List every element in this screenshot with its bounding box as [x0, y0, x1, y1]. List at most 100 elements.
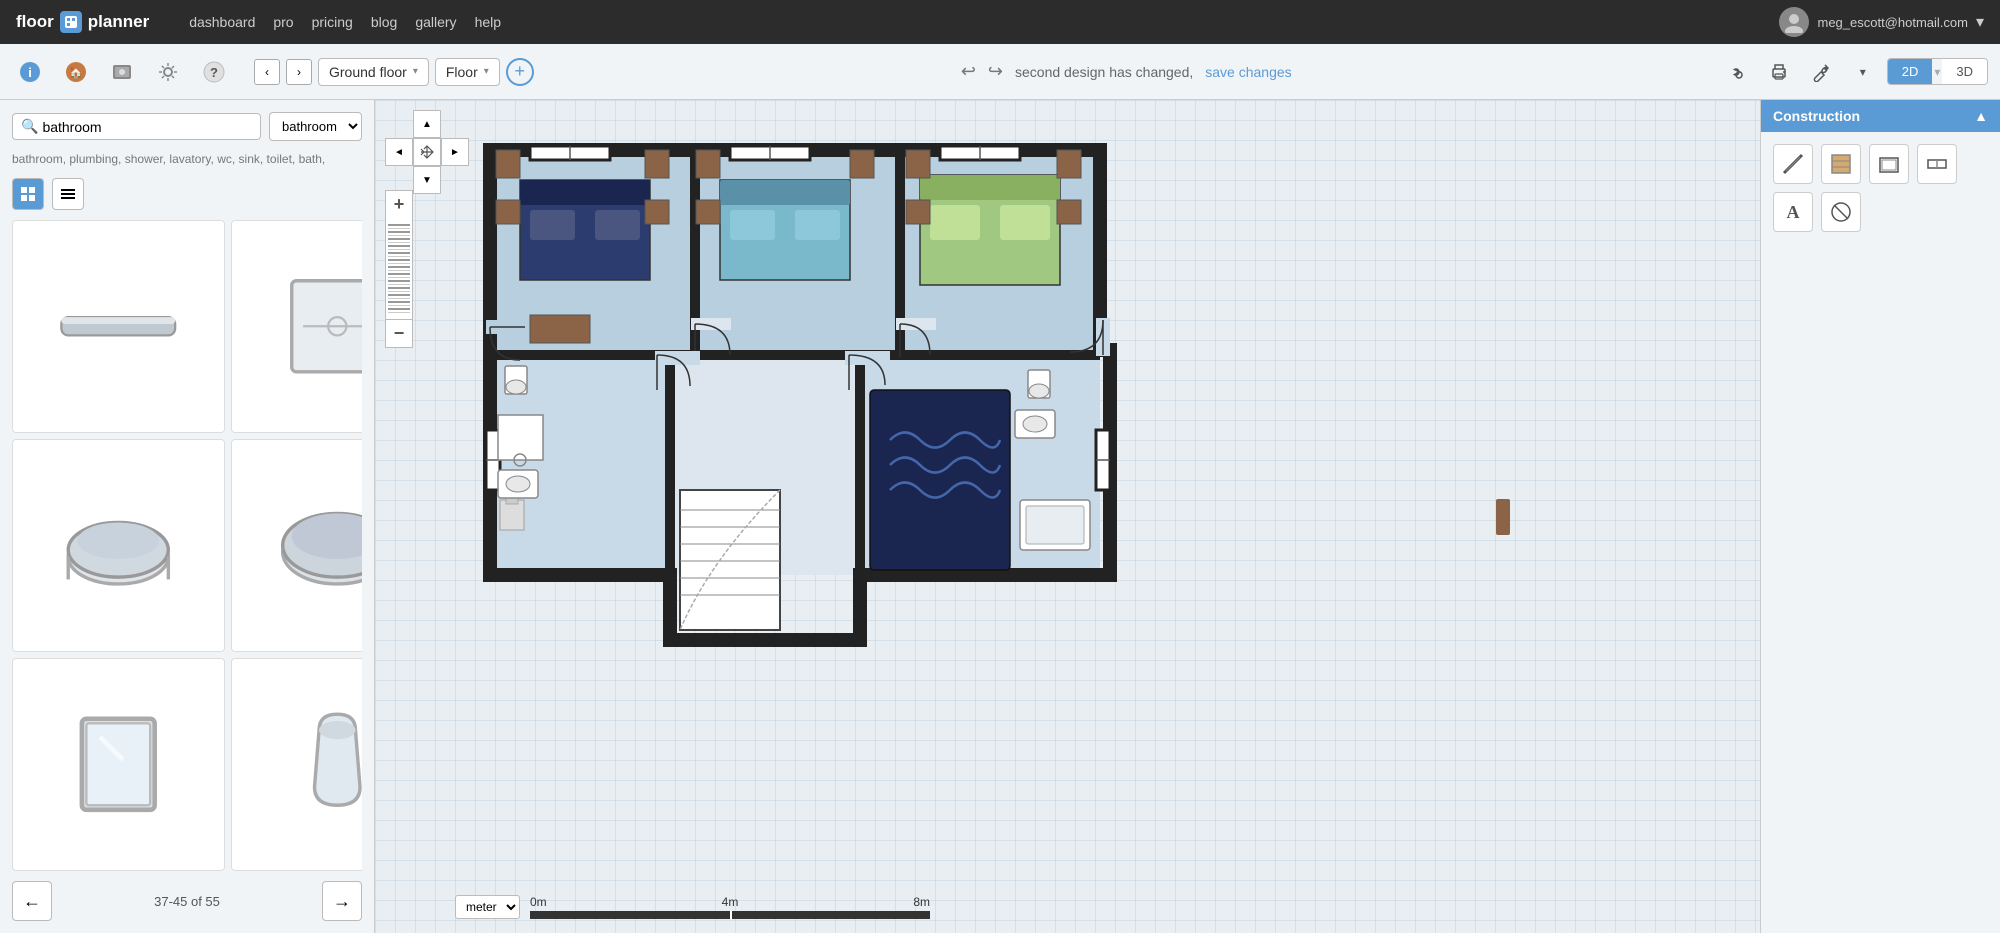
right-toolbar: ▾ 2D ▾ 3D	[1719, 54, 1988, 90]
info-button[interactable]: i	[12, 54, 48, 90]
floor-dropdown[interactable]: Ground floor ▾	[318, 58, 429, 86]
list-item[interactable]	[12, 220, 225, 433]
window-tool-button[interactable]	[1917, 144, 1957, 184]
scale-label-4: 4m	[722, 895, 739, 909]
svg-text:i: i	[28, 65, 32, 80]
search-icon: 🔍	[21, 118, 38, 135]
door-edge-marker	[1496, 499, 1510, 535]
floor-tool-button[interactable]	[1821, 144, 1861, 184]
navigation-controls: ▲ ◄ ► ▼	[385, 110, 469, 194]
construction-title: Construction	[1773, 108, 1860, 124]
zoom-in-button[interactable]: +	[385, 190, 413, 218]
canvas-area: ▲ ◄ ► ▼ +	[375, 100, 1760, 933]
svg-text:?: ?	[210, 65, 218, 80]
page-info: 37-45 of 55	[154, 894, 220, 909]
roof-tool-button[interactable]	[1869, 144, 1909, 184]
floor-plan[interactable]	[430, 120, 1210, 660]
settings-button[interactable]	[150, 54, 186, 90]
list-item[interactable]	[12, 439, 225, 652]
scale-line-wrap: 0m 4m 8m	[530, 895, 930, 919]
top-navigation: floor planner dashboard pro pricing blog…	[0, 0, 2000, 44]
category-dropdown[interactable]: bathroom	[269, 112, 362, 141]
left-panel: 🔍 bathroom bathroom, plumbing, shower, l…	[0, 100, 375, 933]
redo-button[interactable]: ↪	[988, 61, 1003, 82]
list-item[interactable]	[231, 220, 362, 433]
list-view-button[interactable]	[52, 178, 84, 210]
floor-label: Floor	[446, 64, 478, 80]
nav-down-button[interactable]: ▼	[413, 166, 441, 194]
save-changes-link[interactable]: save changes	[1205, 64, 1291, 80]
items-grid	[12, 220, 362, 871]
scale-label-8: 8m	[913, 895, 930, 909]
library-button[interactable]: 🏠	[58, 54, 94, 90]
nav-pro[interactable]: pro	[273, 14, 293, 30]
list-item[interactable]	[12, 658, 225, 871]
share-button[interactable]	[1719, 54, 1755, 90]
floor-dropdown-arrow: ▾	[413, 66, 418, 77]
nav-center-button[interactable]	[413, 138, 441, 166]
nav-left-button[interactable]: ◄	[385, 138, 413, 166]
nav-pricing[interactable]: pricing	[312, 14, 353, 30]
next-page-button[interactable]: →	[322, 881, 362, 921]
toolbar: i 🏠 ? ‹ › Ground floor ▾ Floor ▾ + ↩ ↪ s…	[0, 44, 2000, 100]
floor-selector: ‹ › Ground floor ▾ Floor ▾ +	[254, 58, 534, 86]
search-input-wrap: 🔍	[12, 113, 261, 140]
main-nav: dashboard pro pricing blog gallery help	[189, 14, 501, 30]
scale-line	[530, 911, 930, 919]
scale-bar: meter 0m 4m 8m	[455, 895, 930, 919]
scale-labels: 0m 4m 8m	[530, 895, 930, 909]
construction-collapse-button[interactable]: ▲	[1974, 108, 1988, 124]
floor-next-button[interactable]: ›	[286, 59, 312, 85]
wall-tool-button[interactable]	[1773, 144, 1813, 184]
text-tool-button[interactable]: A	[1773, 192, 1813, 232]
zoom-out-button[interactable]: −	[385, 320, 413, 348]
more-button[interactable]: ▾	[1845, 54, 1881, 90]
nav-right-button[interactable]: ►	[441, 138, 469, 166]
list-item[interactable]	[231, 658, 362, 871]
view-2d-button[interactable]: 2D	[1888, 59, 1933, 84]
logo-icon	[60, 11, 82, 33]
status-bar: ↩ ↪ second design has changed, save chan…	[544, 61, 1709, 82]
unit-selector[interactable]: meter	[455, 895, 520, 919]
zoom-controls: +	[385, 190, 413, 348]
construction-tools: A	[1761, 132, 2000, 244]
undo-button[interactable]: ↩	[961, 61, 976, 82]
nav-dashboard[interactable]: dashboard	[189, 14, 255, 30]
logo-text-1: floor	[16, 12, 54, 32]
photo-button[interactable]	[104, 54, 140, 90]
floor-label-dropdown[interactable]: Floor ▾	[435, 58, 500, 86]
unit-selector-wrap: meter	[455, 895, 520, 919]
ruler	[385, 218, 413, 320]
wrench-button[interactable]	[1803, 54, 1839, 90]
nav-blog[interactable]: blog	[371, 14, 397, 30]
prev-page-button[interactable]: ←	[12, 881, 52, 921]
list-item[interactable]	[231, 439, 362, 652]
print-button[interactable]	[1761, 54, 1797, 90]
user-dropdown-arrow[interactable]: ▾	[1976, 12, 1984, 32]
user-email: meg_escott@hotmail.com	[1817, 15, 1967, 30]
logo-text-2: planner	[88, 12, 149, 32]
grid-view-button[interactable]	[12, 178, 44, 210]
eraser-tool-button[interactable]	[1821, 192, 1861, 232]
construction-header: Construction ▲	[1761, 100, 2000, 132]
help-button[interactable]: ?	[196, 54, 232, 90]
search-row: 🔍 bathroom	[12, 112, 362, 141]
floor-name: Ground floor	[329, 64, 407, 80]
view-3d-button[interactable]: 3D	[1942, 59, 1987, 84]
view-toggle-small	[12, 178, 362, 210]
svg-text:🏠: 🏠	[69, 66, 83, 79]
floor-prev-button[interactable]: ‹	[254, 59, 280, 85]
add-floor-button[interactable]: +	[506, 58, 534, 86]
search-input[interactable]	[42, 119, 252, 135]
main-content: 🔍 bathroom bathroom, plumbing, shower, l…	[0, 100, 2000, 933]
search-tags: bathroom, plumbing, shower, lavatory, wc…	[12, 151, 362, 168]
nav-gallery[interactable]: gallery	[415, 14, 456, 30]
right-panel: Construction ▲ A	[1760, 100, 2000, 933]
view-toggle: 2D ▾ 3D	[1887, 58, 1988, 85]
status-message: second design has changed,	[1015, 64, 1193, 80]
avatar	[1779, 7, 1809, 37]
nav-up-button[interactable]: ▲	[413, 110, 441, 138]
nav-right: meg_escott@hotmail.com ▾	[1779, 7, 1984, 37]
app-logo: floor planner	[16, 11, 149, 33]
nav-help[interactable]: help	[475, 14, 501, 30]
